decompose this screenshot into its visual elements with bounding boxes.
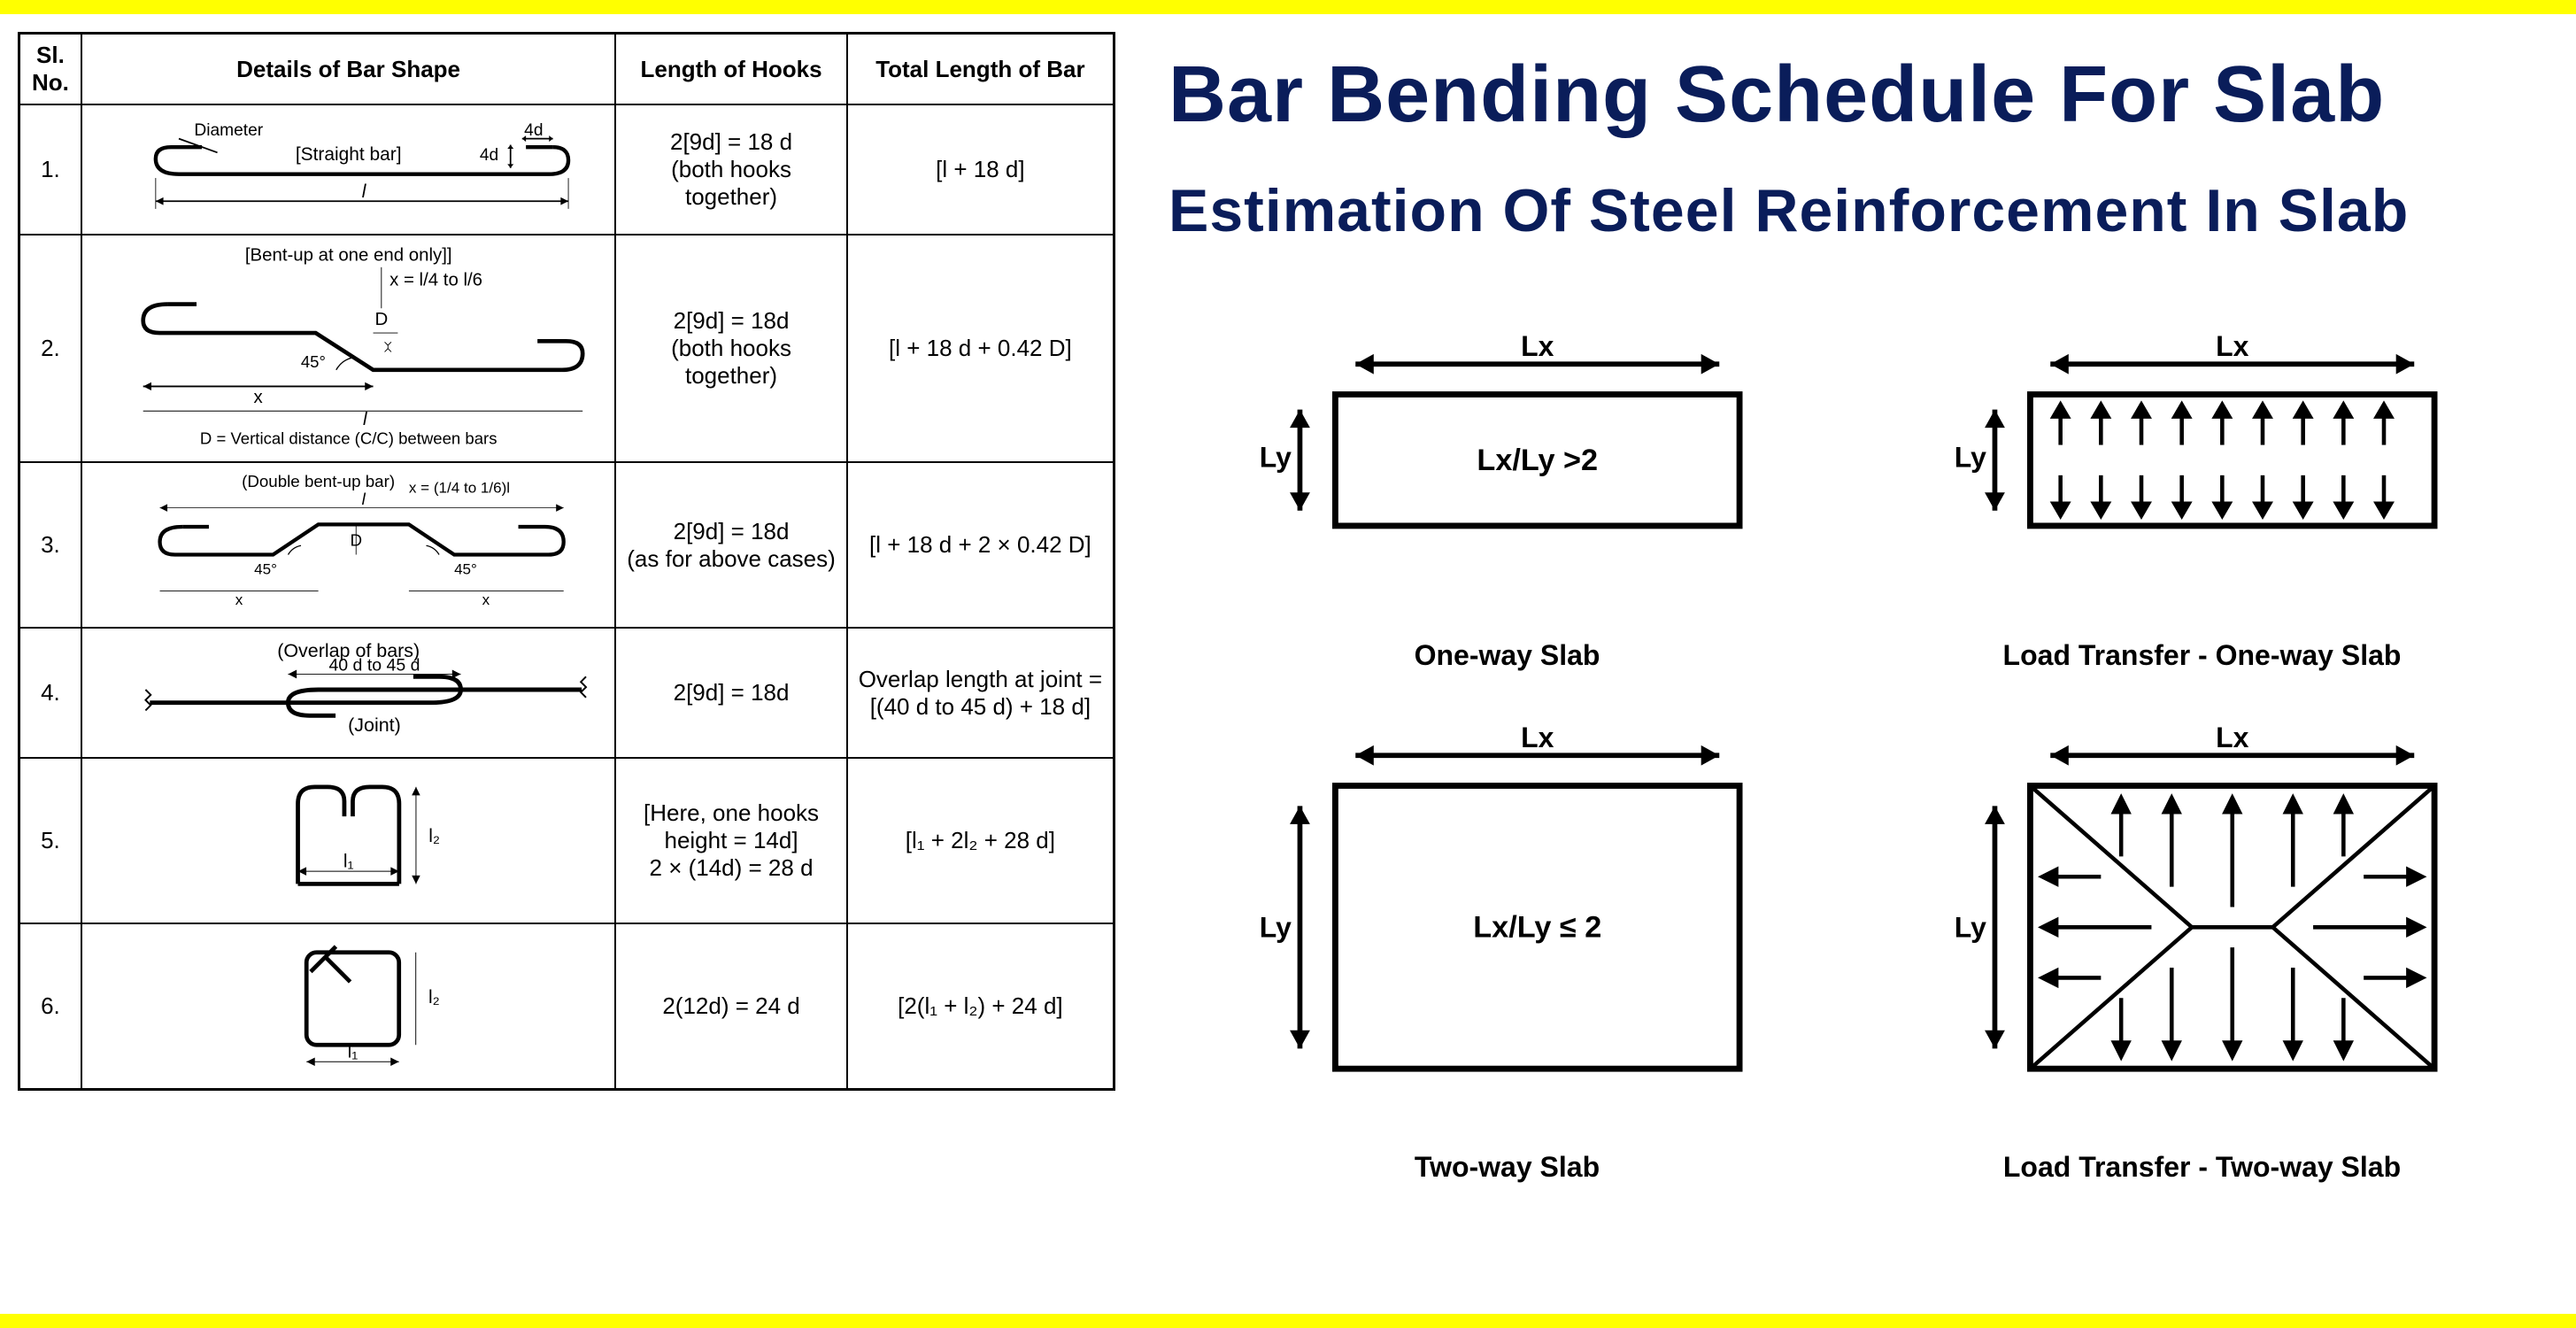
l-label: l [362,181,367,202]
l2-label: l₂ [428,987,440,1008]
bbs-table: Sl. No. Details of Bar Shape Length of H… [18,32,1115,1091]
one-way-slab-diagram: Lx Ly Lx/Ly >2 One-way Slab [1204,334,1810,672]
hooks-cell: [Here, one hooks height = 14d] 2 × (14d)… [615,758,846,923]
shape-double-bent: (Double bent-up bar) x = (1/4 to 1/6)l l… [81,462,615,628]
ratio: Lx/Ly >2 [1477,444,1598,477]
table-row: 4. (Overlap of bars) 40 d to 45 d (Joint… [19,628,1114,758]
row-no: 1. [19,104,81,235]
l-label: l [362,490,366,508]
lx-label: Lx [2216,725,2249,753]
header-details: Details of Bar Shape [81,34,615,105]
load-transfer-two-way-diagram: Lx Ly Load Transfer - Two-way Slab [1899,725,2505,1185]
hooks-cell: 2[9d] = 18d (as for above cases) [615,462,846,628]
row-no: 4. [19,628,81,758]
diameter-label: Diameter [194,121,263,140]
row-no: 2. [19,235,81,462]
shape-straight-bar: Diameter [Straight bar] 4d 4d l [81,104,615,235]
D-label: D [374,310,388,329]
hooks-cell: 2[9d] = 18 d (both hooks together) [615,104,846,235]
total-cell: Overlap length at joint = [(40 d to 45 d… [847,628,1114,758]
lx-label: Lx [2216,334,2249,362]
header-sl: Sl. No. [19,34,81,105]
slab-label: One-way Slab [1204,639,1810,672]
ratio: Lx/Ly ≤ 2 [1473,910,1601,944]
sub-title: Estimation Of Steel Reinforcement In Sla… [1168,176,2541,245]
table-row: 1. Diameter [Straight bar] 4d 4d l 2[9d]… [19,104,1114,235]
total-cell: [l + 18 d + 2 × 0.42 D] [847,462,1114,628]
header-total: Total Length of Bar [847,34,1114,105]
angle-label: 45° [301,352,326,371]
x-formula: x = l/4 to l/6 [389,270,482,290]
angle-l: 45° [254,561,277,578]
l1-label: l₁ [347,1042,358,1062]
ly-label: Ly [1955,911,1986,943]
joint-label: (Joint) [348,714,401,736]
l2-label: l₂ [428,826,440,846]
angle-r: 45° [454,561,477,578]
title-label: [Bent-up at one end only]] [245,245,452,265]
row-no: 6. [19,923,81,1089]
table-row: 6. l₂ l₁ 2(12d) = 24 d [2(l₁ + l₂) + 24 … [19,923,1114,1089]
two-way-slab-diagram: Lx Ly Lx/Ly ≤ 2 Two-way Slab [1204,725,1810,1185]
shape-bent-one-end: [Bent-up at one end only]] x = l/4 to l/… [81,235,615,462]
row-no: 5. [19,758,81,923]
lx-label: Lx [1521,334,1554,362]
x-formula: x = (1/4 to 1/6)l [409,480,510,497]
shape-column-tie: l₂ l₁ [81,758,615,923]
main-title: Bar Bending Schedule For Slab [1168,50,2541,141]
slab-label: Load Transfer - One-way Slab [1899,639,2505,672]
shape-closed-stirrup: l₂ l₁ [81,923,615,1089]
title-label: [Straight bar] [296,144,402,165]
slab-label: Two-way Slab [1204,1151,1810,1184]
overlap-label: 40 d to 45 d [328,656,420,676]
total-cell: [2(l₁ + l₂) + 24 d] [847,923,1114,1089]
shape-overlap: (Overlap of bars) 40 d to 45 d (Joint) [81,628,615,758]
ly-label: Ly [1955,442,1986,474]
lx-label: Lx [1521,725,1554,753]
4d-top-label: 4d [524,121,543,140]
x-l: x [235,591,243,608]
table-row: 3. (Double bent-up bar) x = (1/4 to 1/6)… [19,462,1114,628]
title-label: (Double bent-up bar) [242,472,395,490]
x-label: x [253,388,262,407]
x-r: x [482,591,490,608]
hooks-cell: 2[9d] = 18d (both hooks together) [615,235,846,462]
total-cell: [l₁ + 2l₂ + 28 d] [847,758,1114,923]
header-hooks: Length of Hooks [615,34,846,105]
l1-label: l₁ [343,851,354,871]
slab-label: Load Transfer - Two-way Slab [1899,1151,2505,1184]
row-no: 3. [19,462,81,628]
ly-label: Ly [1260,442,1292,474]
note: D = Vertical distance (C/C) between bars [200,429,497,447]
load-transfer-one-way-diagram: Lx Ly Load Transfer - One-way Slab [1899,334,2505,672]
hooks-cell: 2[9d] = 18d [615,628,846,758]
total-cell: [l + 18 d] [847,104,1114,235]
hooks-cell: 2(12d) = 24 d [615,923,846,1089]
table-row: 5. l₂ l₁ [Here, one hooks height = 14d] … [19,758,1114,923]
ly-label: Ly [1260,911,1292,943]
l-label: l [363,410,367,429]
table-row: 2. [Bent-up at one end only]] x = l/4 to… [19,235,1114,462]
4d-side-label: 4d [480,146,498,165]
total-cell: [l + 18 d + 0.42 D] [847,235,1114,462]
